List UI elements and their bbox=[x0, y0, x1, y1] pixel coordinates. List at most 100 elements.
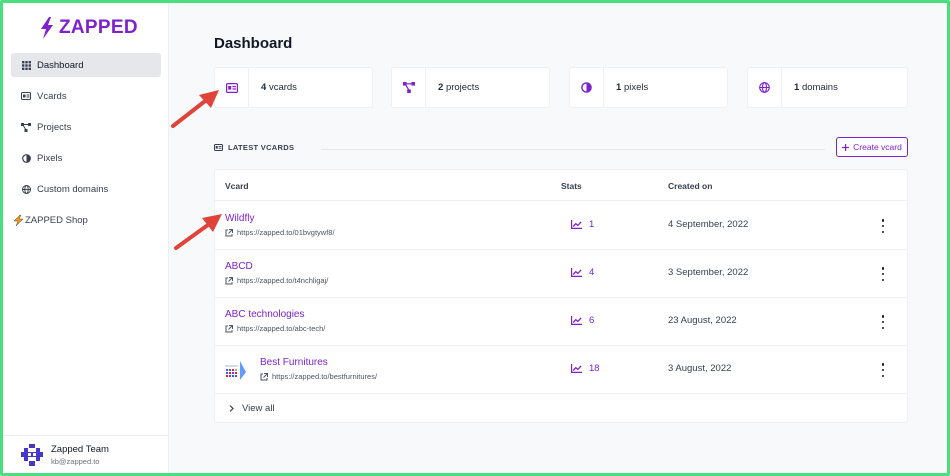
grid-icon bbox=[21, 60, 31, 70]
table-row: Wildfly https://zapped.to/01bvgtywf8/ 1 … bbox=[215, 202, 907, 250]
external-link-icon bbox=[260, 372, 268, 380]
vcard-stats-link[interactable]: 1 bbox=[571, 219, 594, 230]
sidebar-item-label: ZAPPED Shop bbox=[25, 214, 88, 226]
avatar bbox=[21, 443, 43, 466]
stat-label: 1 pixels bbox=[604, 82, 648, 93]
column-header-created: Created on bbox=[668, 181, 713, 191]
user-profile[interactable]: Zapped Team kb@zapped.to bbox=[3, 435, 168, 473]
vcard-url-link[interactable]: https://zapped.to/abc-tech/ bbox=[225, 324, 325, 333]
stat-unit: vcards bbox=[268, 82, 297, 93]
id-card-icon bbox=[21, 91, 31, 101]
stat-count: 2 bbox=[438, 82, 444, 93]
vcard-url-link[interactable]: https://zapped.to/t4nchligaj/ bbox=[225, 276, 328, 285]
sidebar-item-label: Dashboard bbox=[37, 59, 84, 71]
chart-line-icon bbox=[571, 364, 582, 373]
stat-unit: projects bbox=[445, 82, 480, 93]
section-heading-text: LATEST VCARDS bbox=[228, 143, 295, 152]
external-link-icon bbox=[225, 324, 233, 332]
vcard-created-date: 3 September, 2022 bbox=[668, 267, 749, 278]
stat-icon-wrap bbox=[215, 68, 249, 107]
vcard-stats-link[interactable]: 4 bbox=[571, 267, 594, 278]
vcard-url-text: https://zapped.to/01bvgtywf8/ bbox=[237, 228, 335, 237]
project-nodes-icon bbox=[402, 82, 415, 93]
stat-card-domains[interactable]: 1 domains bbox=[747, 67, 908, 108]
adjust-icon bbox=[21, 153, 31, 163]
stat-unit: pixels bbox=[623, 82, 649, 93]
sidebar-item-custom-domains[interactable]: Custom domains bbox=[11, 177, 161, 201]
stat-unit: domains bbox=[801, 82, 838, 93]
external-link-icon bbox=[225, 276, 233, 284]
stat-card-projects[interactable]: 2 projects bbox=[391, 67, 550, 108]
vcard-name-link[interactable]: ABCD bbox=[225, 261, 253, 272]
vcard-name-link[interactable]: Best Furnitures bbox=[260, 357, 328, 368]
vcard-stats-count: 6 bbox=[589, 315, 595, 326]
view-all-link[interactable]: View all bbox=[229, 403, 275, 414]
stat-count: 1 bbox=[794, 82, 800, 93]
stat-count: 1 bbox=[616, 82, 622, 93]
sidebar-item-label: Projects bbox=[37, 121, 72, 133]
stat-icon-wrap bbox=[392, 68, 426, 107]
stat-count: 4 bbox=[261, 82, 267, 93]
create-vcard-label: Create vcard bbox=[853, 142, 902, 152]
create-vcard-button[interactable]: Create vcard bbox=[836, 137, 908, 157]
stat-card-pixels[interactable]: 1 pixels bbox=[569, 67, 728, 108]
table-row: ABC technologies https://zapped.to/abc-t… bbox=[215, 298, 907, 346]
sidebar-item-label: Vcards bbox=[37, 90, 67, 102]
vcard-thumbnail-image bbox=[224, 360, 248, 382]
stat-label: 1 domains bbox=[782, 82, 838, 93]
plus-icon bbox=[842, 143, 850, 151]
vcard-url-link[interactable]: https://zapped.to/01bvgtywf8/ bbox=[225, 228, 335, 237]
user-info: Zapped Team kb@zapped.to bbox=[51, 444, 109, 466]
external-link-icon bbox=[225, 228, 233, 236]
vcard-more-menu-icon[interactable] bbox=[879, 267, 887, 281]
column-header-vcard: Vcard bbox=[225, 181, 249, 191]
vcard-stats-link[interactable]: 6 bbox=[571, 315, 594, 326]
column-header-stats: Stats bbox=[561, 181, 582, 191]
brand-logo[interactable]: ZAPPED bbox=[39, 17, 138, 39]
sidebar-item-label: Pixels bbox=[37, 152, 63, 164]
chart-line-icon bbox=[571, 316, 582, 325]
chart-line-icon bbox=[571, 268, 582, 277]
vcard-stats-link[interactable]: 18 bbox=[571, 363, 600, 374]
sidebar-item-dashboard[interactable]: Dashboard bbox=[11, 53, 161, 77]
user-name: Zapped Team bbox=[51, 443, 109, 455]
vcard-created-date: 3 August, 2022 bbox=[668, 363, 732, 374]
table-header: Vcard Stats Created on bbox=[215, 170, 907, 201]
bolt-logo-icon bbox=[41, 17, 53, 39]
main-content: Dashboard 4 vcards 2 projects 1 pixels 1… bbox=[169, 3, 947, 473]
vcard-url-text: https://zapped.to/abc-tech/ bbox=[237, 324, 326, 333]
vcard-url-link[interactable]: https://zapped.to/bestfurnitures/ bbox=[260, 372, 377, 381]
vcard-created-date: 23 August, 2022 bbox=[668, 315, 737, 326]
project-nodes-icon bbox=[21, 122, 31, 132]
globe-icon bbox=[759, 82, 770, 93]
adjust-icon bbox=[581, 82, 592, 93]
bolt-icon bbox=[13, 214, 23, 226]
vcard-more-menu-icon[interactable] bbox=[879, 363, 887, 377]
sidebar: ZAPPED Dashboard Vcards Projects Pixels bbox=[3, 3, 169, 473]
latest-vcards-heading: LATEST VCARDS bbox=[214, 143, 294, 152]
id-card-icon bbox=[214, 144, 223, 151]
id-card-icon bbox=[225, 82, 238, 93]
vcard-more-menu-icon[interactable] bbox=[879, 219, 887, 233]
vcard-stats-count: 4 bbox=[589, 267, 595, 278]
section-divider bbox=[321, 149, 825, 150]
vcard-url-text: https://zapped.to/bestfurnitures/ bbox=[272, 372, 378, 381]
table-row: ABCD https://zapped.to/t4nchligaj/ 4 3 S… bbox=[215, 250, 907, 298]
table-row: Best Furnitures https://zapped.to/bestfu… bbox=[215, 346, 907, 394]
sidebar-item-zapped-shop[interactable]: ZAPPED Shop bbox=[11, 208, 161, 232]
vcard-name-link[interactable]: Wildfly bbox=[225, 213, 254, 224]
stat-icon-wrap bbox=[570, 68, 604, 107]
sidebar-item-pixels[interactable]: Pixels bbox=[11, 146, 161, 170]
chevron-right-icon bbox=[229, 405, 234, 412]
globe-icon bbox=[21, 184, 31, 194]
sidebar-item-vcards[interactable]: Vcards bbox=[11, 84, 161, 108]
stat-card-vcards[interactable]: 4 vcards bbox=[214, 67, 373, 108]
vcard-stats-count: 18 bbox=[589, 363, 600, 374]
vcard-more-menu-icon[interactable] bbox=[879, 315, 887, 329]
stat-label: 4 vcards bbox=[249, 82, 297, 93]
brand-name: ZAPPED bbox=[59, 17, 138, 38]
stat-label: 2 projects bbox=[426, 82, 479, 93]
vcard-name-link[interactable]: ABC technologies bbox=[225, 309, 305, 320]
view-all-label: View all bbox=[242, 403, 275, 414]
sidebar-item-projects[interactable]: Projects bbox=[11, 115, 161, 139]
